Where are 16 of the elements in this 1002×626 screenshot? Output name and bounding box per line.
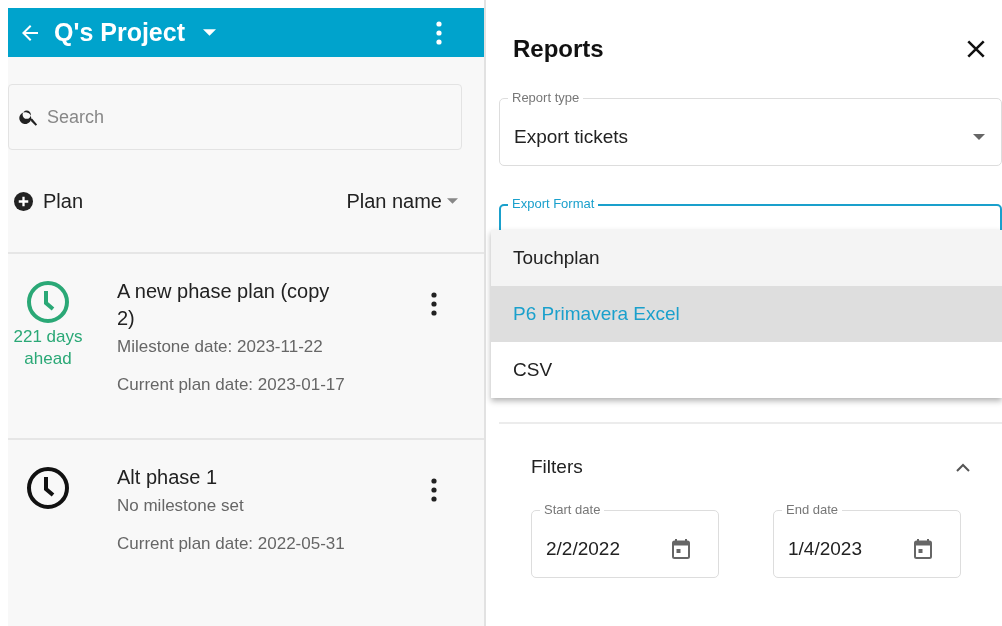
field-label: End date (782, 503, 843, 517)
plan-name: Alt phase 1 (117, 465, 219, 490)
milestone-date: No milestone set (117, 495, 245, 517)
field-label: Export Format (508, 197, 599, 211)
current-plan-date: Current plan date: 2022-05-31 (117, 533, 346, 555)
field-label: Report type (508, 91, 584, 105)
field-value: 1/4/2023 (788, 538, 862, 560)
section-title: Filters (531, 456, 583, 478)
field-value: 2/2/2022 (546, 538, 620, 560)
schedule-status: 221 days ahead (12, 326, 84, 370)
plan-name: A new phase plan (copy 2) (117, 279, 331, 331)
field-value: Export tickets (514, 126, 629, 148)
milestone-date: Milestone date: 2023-11-22 (117, 336, 324, 358)
current-plan-date: Current plan date: 2023-01-17 (117, 374, 346, 396)
field-label: Start date (540, 503, 605, 517)
panel-title: Reports (513, 35, 604, 63)
